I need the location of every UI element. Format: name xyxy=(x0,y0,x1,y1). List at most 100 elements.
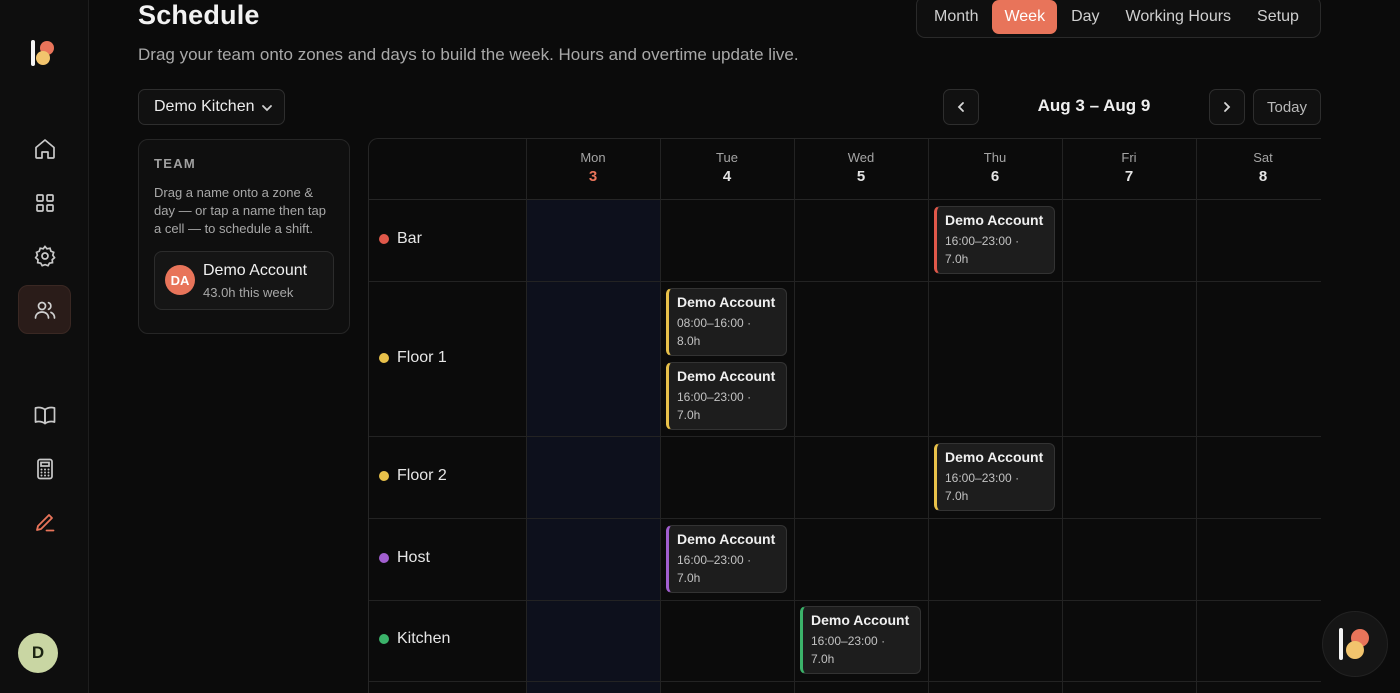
shift-card[interactable]: Demo Account 16:00–23:00 · 7.0h xyxy=(666,525,787,593)
zone-color-dot xyxy=(379,353,389,363)
shift-card[interactable]: Demo Account 16:00–23:00 · 7.0h xyxy=(800,606,921,674)
day-number: 8 xyxy=(1258,168,1268,185)
zone-row-floor-2[interactable]: Floor 2 xyxy=(369,437,1321,519)
team-heading: TEAM xyxy=(154,156,197,171)
column-divider xyxy=(1196,139,1197,693)
tab-month[interactable]: Month xyxy=(922,0,990,34)
tab-week[interactable]: Week xyxy=(992,0,1058,34)
grid-icon xyxy=(35,193,54,212)
day-header-fri: Fri 7 xyxy=(1062,150,1196,185)
member-hours: 43.0h this week xyxy=(203,285,294,300)
nav-calculator[interactable] xyxy=(18,444,71,493)
shift-card[interactable]: Demo Account 16:00–23:00 · 7.0h xyxy=(934,206,1055,274)
assistant-launcher-button[interactable] xyxy=(1322,611,1388,677)
nav-guide[interactable] xyxy=(18,390,71,439)
shift-hours: 7.0h xyxy=(677,408,701,422)
shift-time: 16:00–23:00 · xyxy=(811,634,886,648)
day-header-sat: Sat 8 xyxy=(1196,150,1321,185)
app-logo-icon[interactable] xyxy=(29,38,59,68)
day-name: Tue xyxy=(716,150,738,165)
shift-details: 16:00–23:00 · 7.0h xyxy=(677,551,778,587)
zone-label: Floor 2 xyxy=(379,467,447,485)
chevron-right-icon xyxy=(1224,102,1231,112)
day-number: 4 xyxy=(722,168,732,185)
zone-row-bar[interactable]: Bar xyxy=(369,200,1321,282)
shift-card[interactable]: Demo Account 08:00–16:00 · 8.0h xyxy=(666,288,787,356)
column-divider xyxy=(1062,139,1063,693)
shift-time: 16:00–23:00 · xyxy=(945,471,1020,485)
zone-color-dot xyxy=(379,234,389,244)
chevron-down-icon xyxy=(262,105,272,112)
shift-name: Demo Account xyxy=(945,449,1044,465)
zone-name: Kitchen xyxy=(397,630,451,647)
day-name: Sat xyxy=(1253,150,1273,165)
shift-details: 16:00–23:00 · 7.0h xyxy=(945,469,1046,505)
day-name: Mon xyxy=(580,150,606,165)
chevron-left-icon xyxy=(957,102,964,112)
day-number: 5 xyxy=(856,168,866,185)
zone-name: Floor 1 xyxy=(397,349,447,366)
nav-dashboard[interactable] xyxy=(18,178,71,227)
zone-label: Host xyxy=(379,549,430,567)
column-divider xyxy=(928,139,929,693)
home-icon xyxy=(34,138,55,159)
shift-card[interactable]: Demo Account 16:00–23:00 · 7.0h xyxy=(666,362,787,430)
shift-hours: 7.0h xyxy=(945,252,969,266)
pencil-icon xyxy=(35,513,54,531)
tab-day[interactable]: Day xyxy=(1059,0,1111,34)
zone-color-dot xyxy=(379,634,389,644)
tab-setup[interactable]: Setup xyxy=(1245,0,1311,34)
shift-time: 08:00–16:00 · xyxy=(677,316,752,330)
prev-week-button[interactable] xyxy=(943,89,979,125)
zone-name: Floor 2 xyxy=(397,467,447,484)
day-name: Thu xyxy=(983,150,1007,165)
grid-header: Mon 3 Tue 4 Wed 5 Thu 6 Fri 7 Sat 8 xyxy=(369,139,1321,200)
page-title: Schedule xyxy=(138,0,260,30)
column-divider xyxy=(794,139,795,693)
nav-home[interactable] xyxy=(18,124,71,173)
zone-row-partial xyxy=(369,682,1321,693)
nav-team[interactable] xyxy=(18,285,71,334)
team-member-card[interactable]: DA Demo Account 43.0h this week xyxy=(154,251,334,310)
shift-details: 16:00–23:00 · 7.0h xyxy=(945,232,1046,268)
shift-name: Demo Account xyxy=(677,368,776,384)
today-button[interactable]: Today xyxy=(1253,89,1321,125)
shift-details: 16:00–23:00 · 7.0h xyxy=(677,388,778,424)
user-avatar[interactable]: D xyxy=(18,633,58,673)
nav-edit[interactable] xyxy=(18,497,71,546)
nav-settings[interactable] xyxy=(18,231,71,280)
zone-label: Floor 1 xyxy=(379,349,447,367)
day-header-tue: Tue 4 xyxy=(660,150,794,185)
day-number: 3 xyxy=(588,168,598,185)
day-number: 7 xyxy=(1124,168,1134,185)
day-header-mon: Mon 3 xyxy=(526,150,660,185)
day-number: 6 xyxy=(990,168,1000,185)
shift-name: Demo Account xyxy=(811,612,910,628)
shift-name: Demo Account xyxy=(945,212,1044,228)
week-range-label: Aug 3 – Aug 9 xyxy=(1037,96,1151,115)
zone-name: Bar xyxy=(397,230,422,247)
shift-hours: 7.0h xyxy=(945,489,969,503)
zone-label: Kitchen xyxy=(379,630,450,648)
zone-row-floor-1[interactable]: Floor 1 xyxy=(369,282,1321,437)
zone-color-dot xyxy=(379,553,389,563)
team-hint: Drag a name onto a zone & day — or tap a… xyxy=(154,185,326,236)
zone-color-dot xyxy=(379,471,389,481)
shift-hours: 8.0h xyxy=(677,334,701,348)
column-divider xyxy=(526,139,527,693)
shift-card[interactable]: Demo Account 16:00–23:00 · 7.0h xyxy=(934,443,1055,511)
zone-label: Bar xyxy=(379,230,422,248)
zone-row-host[interactable]: Host xyxy=(369,519,1321,601)
zone-name: Host xyxy=(397,549,430,566)
member-avatar: DA xyxy=(165,265,195,295)
shift-hours: 7.0h xyxy=(811,652,835,666)
book-icon xyxy=(34,406,55,424)
team-panel: TEAM Drag a name onto a zone & day — or … xyxy=(138,139,350,334)
tab-working-hours[interactable]: Working Hours xyxy=(1114,0,1244,34)
shift-details: 08:00–16:00 · 8.0h xyxy=(677,314,778,350)
location-select-value: Demo Kitchen xyxy=(154,98,255,115)
page-subtitle: Drag your team onto zones and days to bu… xyxy=(138,45,799,64)
location-select[interactable]: Demo Kitchen xyxy=(138,89,285,125)
shift-name: Demo Account xyxy=(677,294,776,310)
next-week-button[interactable] xyxy=(1209,89,1245,125)
